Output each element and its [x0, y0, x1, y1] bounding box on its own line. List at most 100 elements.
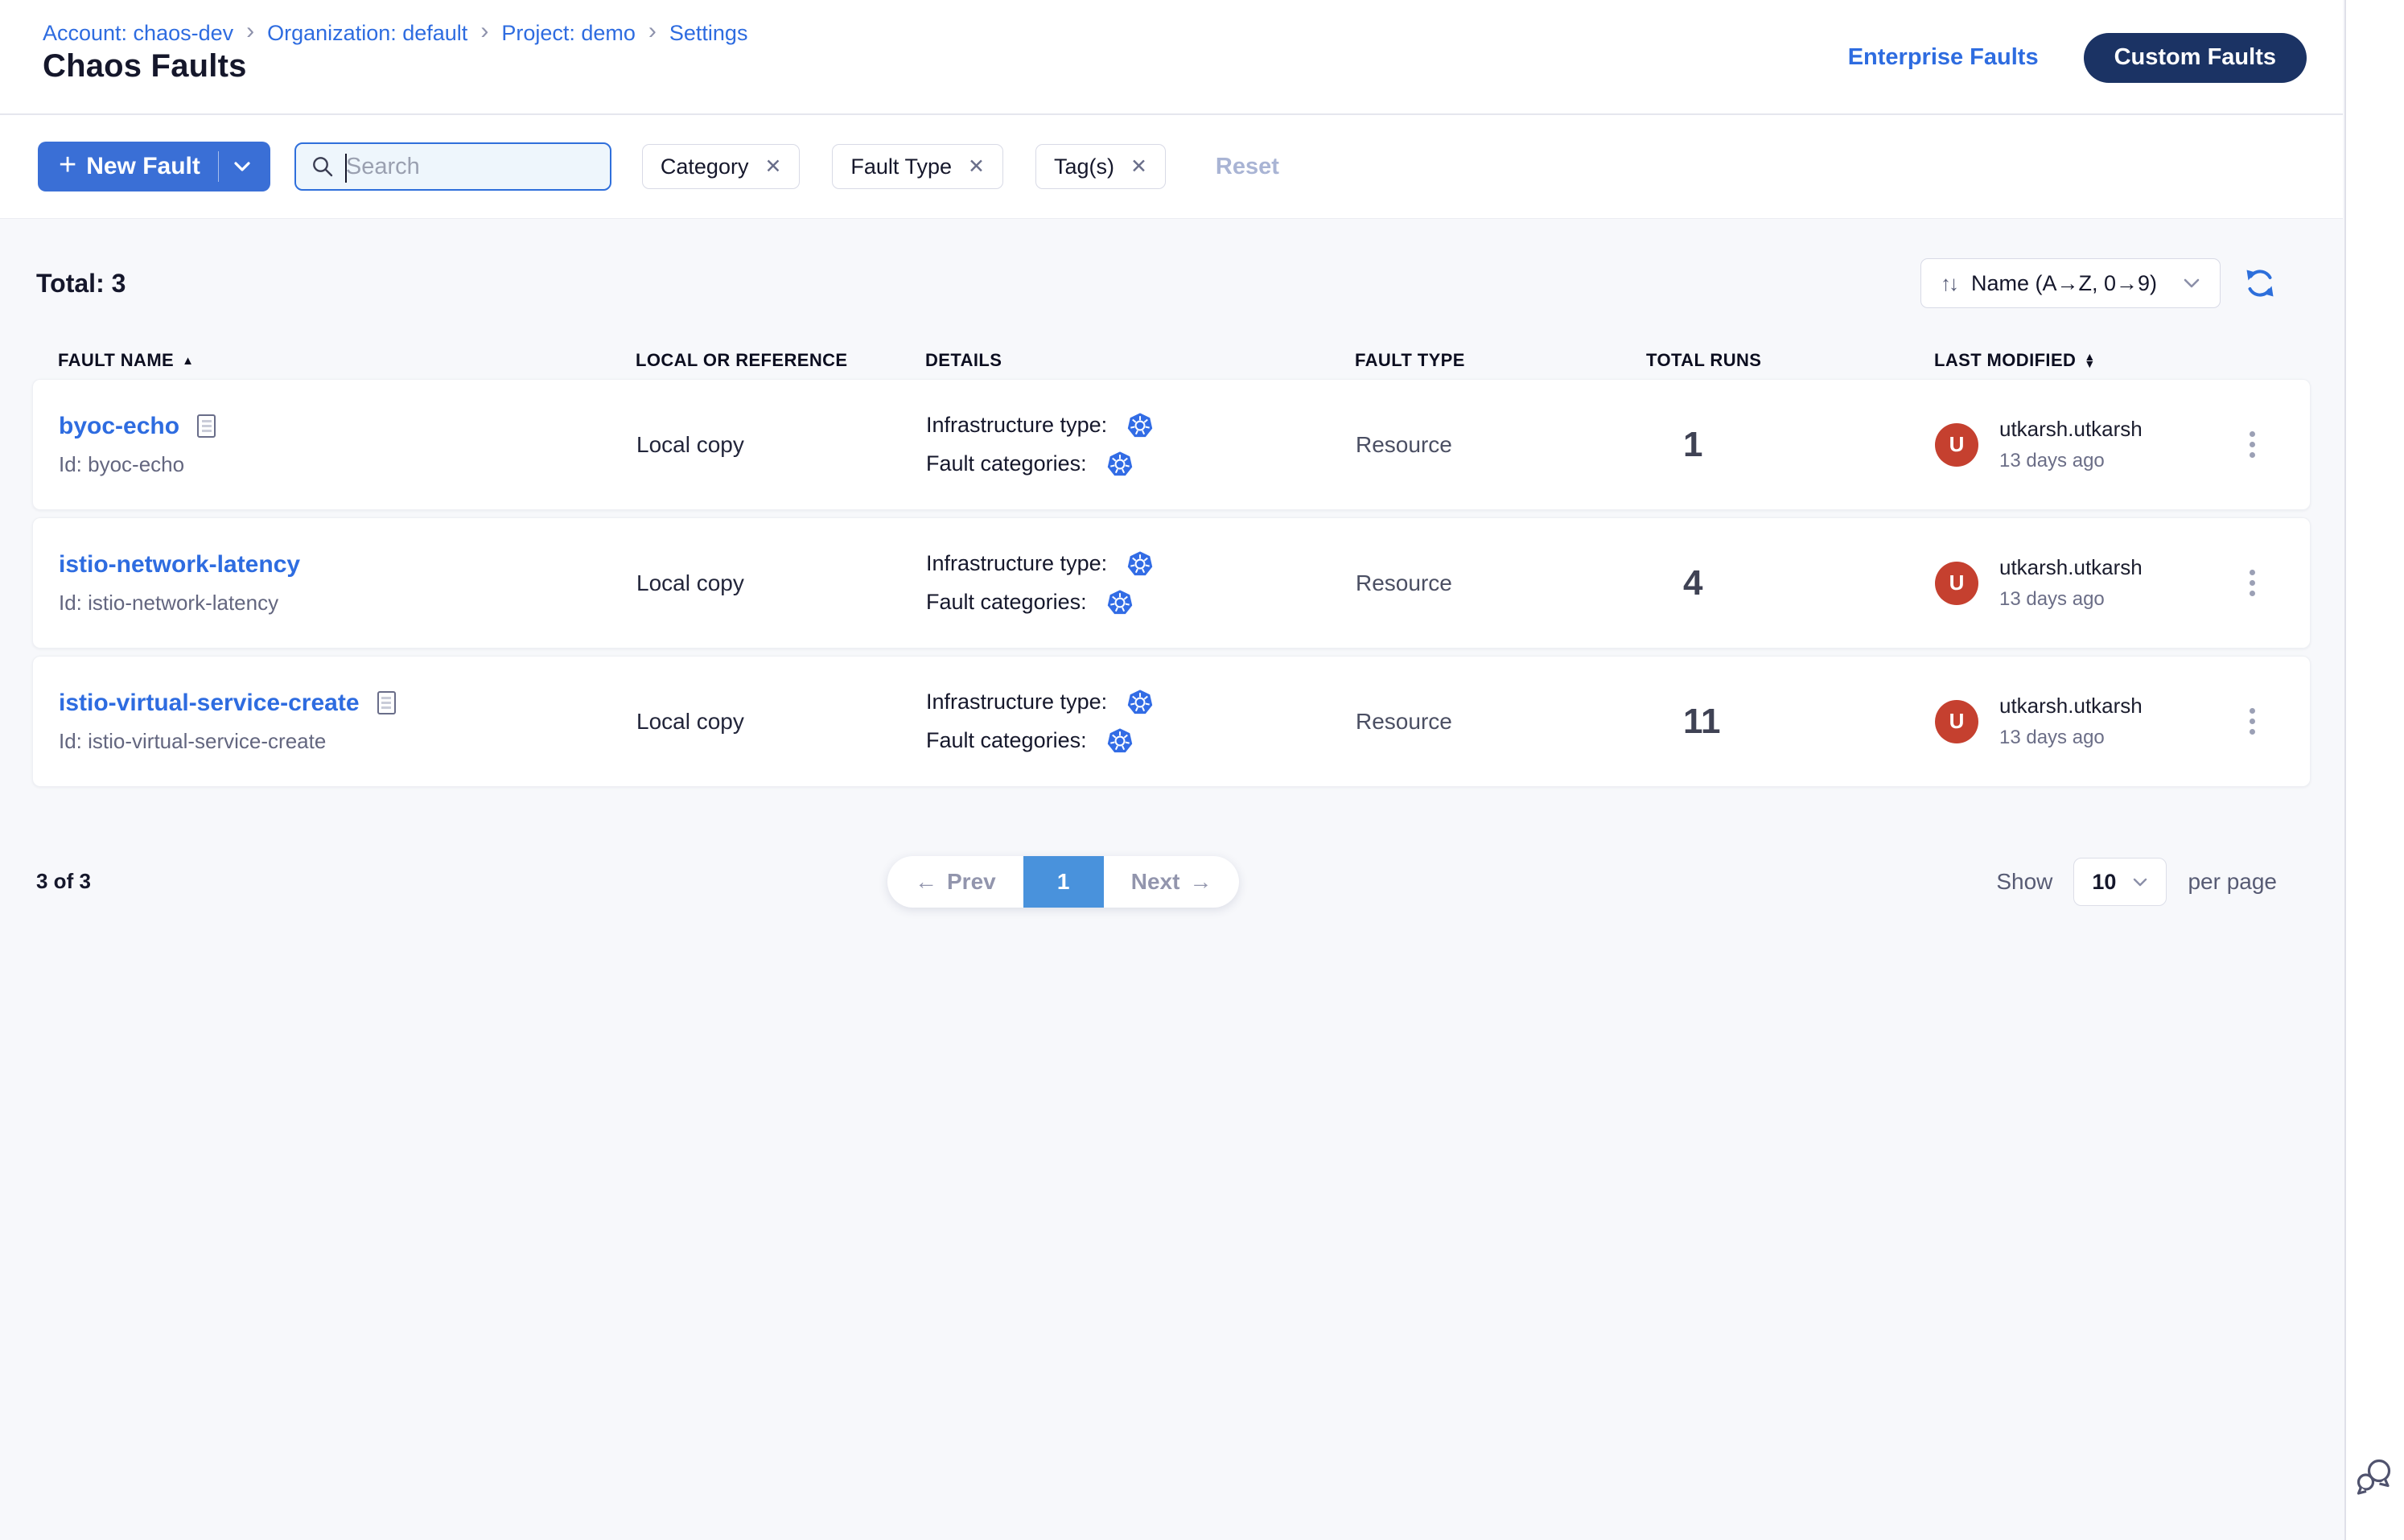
kebab-menu-icon[interactable] [2243, 702, 2262, 741]
filter-chip-fault-type[interactable]: Fault Type ✕ [832, 144, 1003, 189]
main-column: Account: chaos-dev › Organization: defau… [0, 0, 2343, 1540]
table-row: byoc-echo Id: byoc-echo Local copy Infra… [32, 379, 2311, 510]
plus-icon: + [59, 165, 76, 168]
help-button[interactable] [2354, 1456, 2396, 1501]
kubernetes-icon [1106, 727, 1134, 755]
fault-type-value: Resource [1356, 432, 1647, 458]
document-icon[interactable] [377, 691, 396, 714]
pager: ← Prev 1 Next → [887, 856, 1239, 908]
kubernetes-icon [1106, 589, 1134, 616]
fault-categories-label: Fault categories: [926, 451, 1087, 476]
search-box [294, 142, 611, 191]
page-header: Account: chaos-dev › Organization: defau… [0, 0, 2343, 115]
next-label: Next [1131, 869, 1180, 895]
filter-chip-category[interactable]: Category ✕ [642, 144, 801, 189]
filter-chip-label: Fault Type [850, 154, 952, 179]
sort-both-icon: ▲▼ [2084, 353, 2095, 367]
fault-id-label: Id: istio-virtual-service-create [59, 729, 636, 754]
sort-arrows-icon: ↑↓ [1941, 271, 1957, 296]
listing-controls: ↑↓ Name (A→Z, 0→9) [1920, 258, 2277, 308]
show-label: Show [1996, 869, 2052, 895]
infrastructure-type-label: Infrastructure type: [926, 690, 1107, 714]
kubernetes-icon [1126, 689, 1154, 716]
new-fault-dropdown-toggle[interactable] [219, 160, 266, 173]
modified-when-label: 13 days ago [1999, 450, 2143, 472]
close-icon[interactable]: ✕ [968, 157, 985, 177]
refresh-button[interactable] [2243, 266, 2277, 300]
total-runs-value: 11 [1647, 702, 1935, 742]
fault-id-label: Id: byoc-echo [59, 452, 636, 477]
breadcrumb-project-link[interactable]: Project: demo [501, 21, 636, 46]
kebab-menu-icon[interactable] [2243, 425, 2262, 464]
sort-ascending-icon: ▲ [182, 354, 194, 368]
details-cell: Infrastructure type: Fault categories: [926, 689, 1356, 755]
sort-dropdown-value: Name (A→Z, 0→9) [1971, 271, 2157, 296]
breadcrumb-separator: › [648, 19, 657, 47]
breadcrumb-separator: › [480, 19, 488, 47]
document-icon[interactable] [197, 414, 216, 438]
breadcrumb-settings-link[interactable]: Settings [669, 21, 748, 46]
refresh-icon [2243, 266, 2277, 300]
fault-name-link[interactable]: byoc-echo [59, 413, 179, 440]
column-label: DETAILS [925, 350, 1002, 371]
column-header-fault-type: FAULT TYPE [1355, 350, 1646, 371]
new-fault-button[interactable]: + New Fault [38, 142, 270, 191]
toolbar: + New Fault Category [0, 115, 2343, 219]
modified-when-label: 13 days ago [1999, 588, 2143, 611]
text-caret [345, 154, 347, 183]
filter-chips: Category ✕ Fault Type ✕ Tag(s) ✕ [642, 144, 1166, 189]
close-icon[interactable]: ✕ [1130, 157, 1147, 177]
sort-dropdown[interactable]: ↑↓ Name (A→Z, 0→9) [1920, 258, 2221, 308]
new-fault-label: New Fault [86, 153, 218, 180]
column-label: LOCAL OR REFERENCE [636, 350, 847, 371]
total-runs-value: 1 [1647, 425, 1935, 465]
fault-type-value: Resource [1356, 570, 1647, 596]
breadcrumb-account-link[interactable]: Account: chaos-dev [43, 21, 233, 46]
kebab-menu-icon[interactable] [2243, 563, 2262, 603]
page-number-button[interactable]: 1 [1023, 856, 1104, 908]
prev-page-button[interactable]: ← Prev [887, 856, 1023, 908]
local-or-reference-value: Local copy [636, 709, 926, 735]
fault-name-link[interactable]: istio-virtual-service-create [59, 690, 360, 717]
column-label: FAULT TYPE [1355, 350, 1465, 371]
next-page-button[interactable]: Next → [1104, 856, 1240, 908]
table-header-row: FAULT NAME ▲ LOCAL OR REFERENCE DETAILS … [32, 342, 2311, 379]
page-title: Chaos Faults [43, 48, 247, 84]
chevron-down-icon [2132, 877, 2148, 887]
fault-categories-label: Fault categories: [926, 728, 1087, 753]
close-icon[interactable]: ✕ [764, 157, 781, 177]
column-header-fault-name[interactable]: FAULT NAME ▲ [58, 350, 636, 371]
breadcrumb: Account: chaos-dev › Organization: defau… [43, 19, 747, 47]
column-header-last-modified[interactable]: LAST MODIFIED ▲▼ [1934, 350, 2221, 371]
content-area: Total: 3 ↑↓ Name (A→Z, 0→9) [0, 258, 2343, 908]
reset-filters-button[interactable]: Reset [1216, 154, 1279, 180]
chaos-faults-page: Account: chaos-dev › Organization: defau… [0, 0, 2404, 1540]
infrastructure-type-label: Infrastructure type: [926, 413, 1107, 438]
enterprise-faults-link[interactable]: Enterprise Faults [1848, 44, 2039, 71]
search-input[interactable] [346, 154, 571, 180]
search-icon [311, 154, 335, 179]
modified-by-label: utkarsh.utkarsh [1999, 555, 2143, 580]
column-label: FAULT NAME [58, 350, 174, 371]
fault-id-label: Id: istio-network-latency [59, 591, 636, 616]
breadcrumb-separator: › [246, 19, 254, 47]
filter-chip-tags[interactable]: Tag(s) ✕ [1035, 144, 1166, 189]
kubernetes-icon [1126, 412, 1154, 439]
arrow-left-icon: ← [915, 869, 937, 895]
details-cell: Infrastructure type: Fault categories: [926, 550, 1356, 616]
modified-by-label: utkarsh.utkarsh [1999, 417, 2143, 442]
total-count-label: Total: 3 [36, 269, 126, 299]
avatar: U [1935, 562, 1978, 605]
fault-name-link[interactable]: istio-network-latency [59, 551, 300, 579]
prev-label: Prev [947, 869, 996, 895]
custom-faults-button[interactable]: Custom Faults [2084, 33, 2307, 83]
page-size-select[interactable]: 10 [2073, 858, 2167, 906]
total-runs-value: 4 [1647, 563, 1935, 603]
listing-bar: Total: 3 ↑↓ Name (A→Z, 0→9) [32, 258, 2311, 308]
breadcrumb-organization-link[interactable]: Organization: default [267, 21, 467, 46]
column-label: TOTAL RUNS [1646, 350, 1761, 371]
filter-chip-label: Tag(s) [1054, 154, 1114, 179]
filter-chip-label: Category [661, 154, 749, 179]
column-header-local-or-reference: LOCAL OR REFERENCE [636, 350, 925, 371]
chat-bubbles-icon [2354, 1456, 2396, 1497]
